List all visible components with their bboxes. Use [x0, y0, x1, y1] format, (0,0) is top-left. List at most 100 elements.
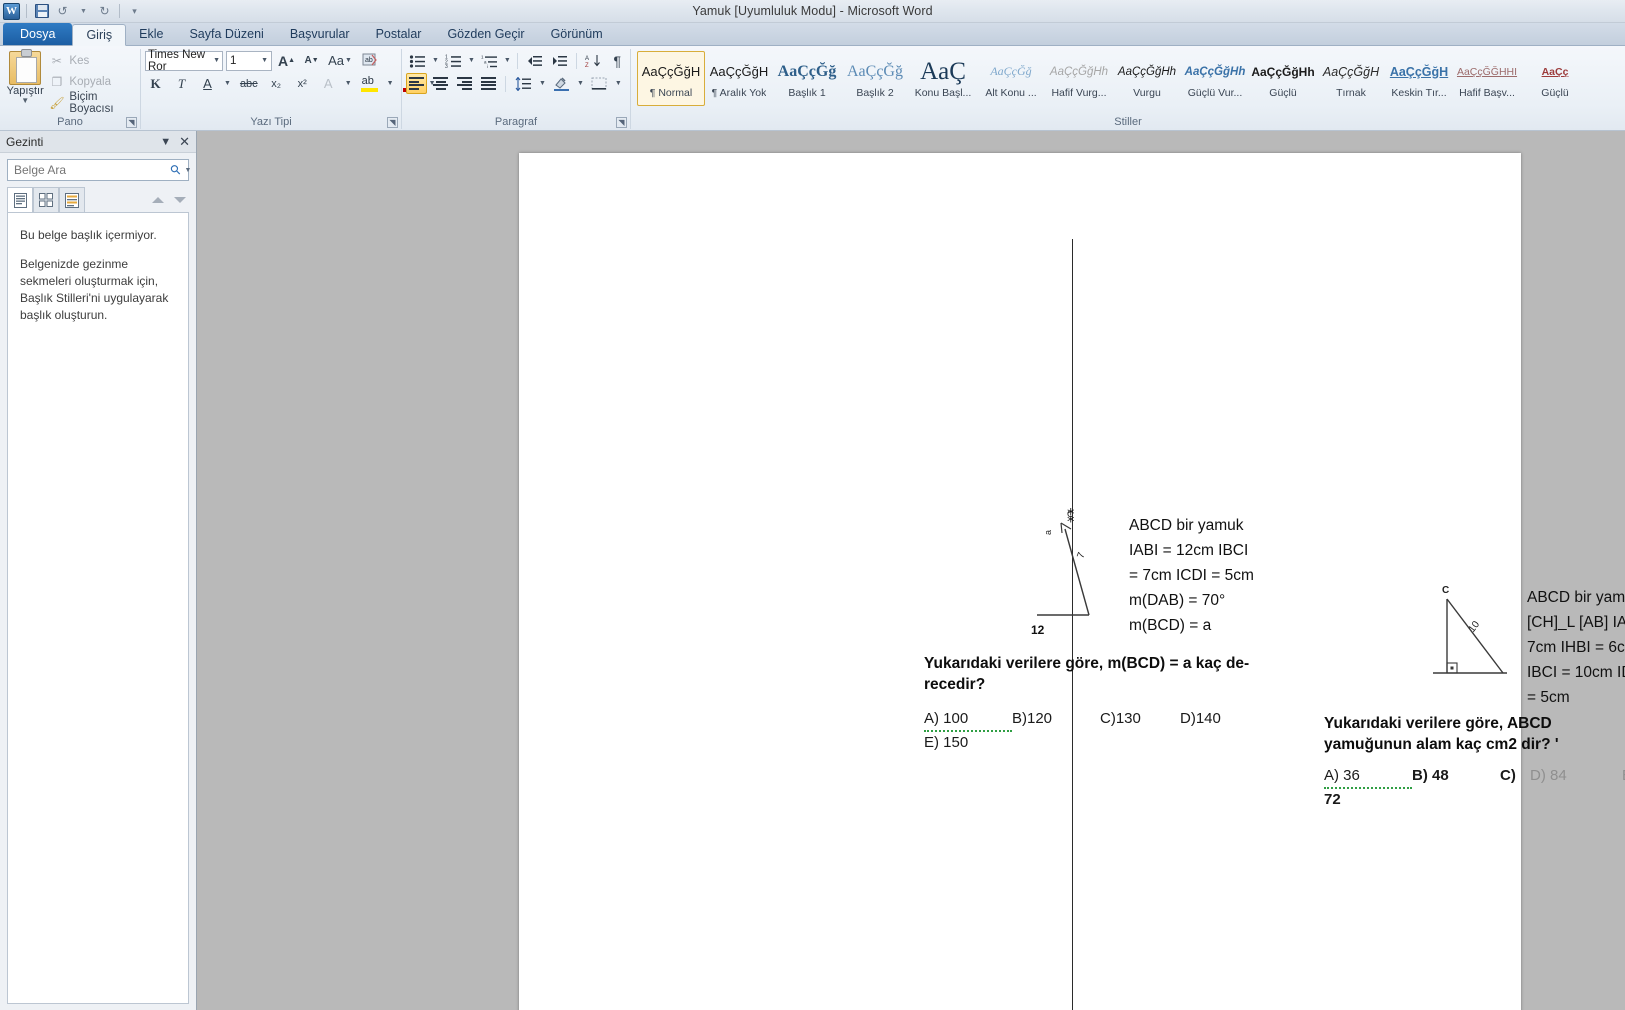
italic-button[interactable]: T	[171, 73, 192, 94]
underline-dropdown-icon[interactable]: ▼	[223, 80, 232, 87]
problem2-option-b[interactable]: B) 48	[1412, 765, 1500, 787]
problem1-option-d[interactable]: D)140	[1180, 708, 1221, 730]
problem2-option-d[interactable]: D) 84	[1530, 765, 1622, 787]
quick-access-toolbar[interactable]: W ↺ ▼ ↻ ▾	[0, 2, 143, 20]
style-intense-quote[interactable]: AaÇçĞğH Keskin Tır...	[1385, 51, 1453, 106]
problem1-option-b[interactable]: B)120	[1012, 708, 1100, 730]
bullets-button[interactable]	[406, 50, 429, 71]
align-center-button[interactable]	[430, 73, 451, 94]
text-effects-dropdown-icon[interactable]: ▼	[344, 80, 353, 87]
style-title[interactable]: AaÇ Konu Başl...	[909, 51, 977, 106]
numbering-dropdown-icon[interactable]: ▼	[467, 57, 476, 64]
problem1-option-e[interactable]: E) 150	[924, 732, 968, 754]
highlight-button[interactable]: ab	[358, 73, 381, 94]
search-input[interactable]	[12, 162, 171, 178]
style-heading-2[interactable]: AaÇçĞğ Başlık 2	[841, 51, 909, 106]
redo-icon[interactable]: ↻	[96, 3, 113, 20]
search-options-dropdown-icon[interactable]: ▼	[185, 167, 192, 174]
tab-gozden-gecir[interactable]: Gözden Geçir	[434, 23, 537, 45]
document-page[interactable]: ⁑ C a 7 12 ABCD bir yamuk IABI = 12cm IB…	[519, 153, 1625, 1010]
copy-button[interactable]: ❐ Kopyala	[46, 72, 136, 91]
borders-dropdown-icon[interactable]: ▼	[614, 80, 623, 87]
search-box[interactable]: ⚲ ▼	[7, 159, 192, 181]
problem2-option-c[interactable]: C)	[1500, 765, 1530, 787]
problem2-option-a[interactable]: A) 36	[1324, 765, 1412, 789]
superscript-button[interactable]: x²	[292, 73, 313, 94]
paragraph-dialog-launcher-icon[interactable]: ◥	[616, 117, 627, 128]
chevron-down-icon[interactable]: ▼	[21, 97, 29, 105]
undo-icon[interactable]: ↺	[54, 3, 71, 20]
borders-button[interactable]	[588, 73, 611, 94]
align-left-button[interactable]	[406, 73, 427, 94]
multilevel-dropdown-icon[interactable]: ▼	[503, 57, 512, 64]
styles-gallery[interactable]: AaÇçĞğH ¶ Normal AaÇçĞğH ¶ Aralık Yok Aa…	[635, 49, 1589, 106]
line-spacing-button[interactable]	[512, 73, 535, 94]
subscript-button[interactable]: x₂	[266, 73, 287, 94]
nav-tab-headings[interactable]	[7, 187, 33, 212]
bold-button[interactable]: K	[145, 73, 166, 94]
style-no-spacing[interactable]: AaÇçĞğH ¶ Aralık Yok	[705, 51, 773, 106]
ribbon-tab-strip[interactable]: Dosya Giriş Ekle Sayfa Düzeni Başvurular…	[0, 23, 1625, 46]
style-strong[interactable]: AaÇçĞğHh Güçlü	[1249, 51, 1317, 106]
change-case-button[interactable]: Aa ▼	[325, 50, 356, 71]
nav-tab-results[interactable]	[59, 187, 85, 212]
highlight-dropdown-icon[interactable]: ▼	[386, 80, 395, 87]
next-result-icon[interactable]	[174, 196, 186, 203]
paste-button[interactable]: Yapıştır ▼	[4, 49, 46, 105]
word-logo-icon[interactable]: W	[3, 2, 20, 20]
previous-result-icon[interactable]	[152, 196, 164, 203]
underline-button[interactable]: A	[197, 73, 218, 94]
format-painter-button[interactable]: 🖌 Biçim Boyacısı	[46, 91, 136, 115]
close-icon[interactable]: ✕	[179, 134, 190, 150]
style-subtle-reference[interactable]: AaÇçĞĞHHI Hafif Başv...	[1453, 51, 1521, 106]
font-dialog-launcher-icon[interactable]: ◥	[387, 117, 398, 128]
tab-ekle[interactable]: Ekle	[126, 23, 176, 45]
save-icon[interactable]	[33, 3, 50, 20]
tab-postalar[interactable]: Postalar	[363, 23, 435, 45]
tab-basvurular[interactable]: Başvurular	[277, 23, 363, 45]
customize-qat-icon[interactable]: ▾	[126, 3, 143, 20]
line-spacing-dropdown-icon[interactable]: ▼	[538, 80, 547, 87]
text-effects-button[interactable]: A	[318, 73, 339, 94]
clear-formatting-button[interactable]: ab	[359, 50, 381, 71]
align-right-button[interactable]	[454, 73, 475, 94]
shading-button[interactable]	[550, 73, 573, 94]
decrease-indent-button[interactable]	[523, 50, 546, 71]
navigation-tabs[interactable]	[0, 185, 196, 212]
tab-sayfa-duzeni[interactable]: Sayfa Düzeni	[176, 23, 276, 45]
numbering-button[interactable]: 123	[442, 50, 465, 71]
problem1-option-a[interactable]: A) 100	[924, 708, 1012, 732]
style-normal[interactable]: AaÇçĞğH ¶ Normal	[637, 51, 705, 106]
font-name-combo[interactable]: Times New Ror ▼	[145, 49, 223, 73]
undo-dropdown-icon[interactable]: ▼	[75, 3, 92, 20]
style-quote[interactable]: AaÇçĞğH Tırnak	[1317, 51, 1385, 106]
chevron-down-icon[interactable]: ▼	[160, 136, 171, 148]
strikethrough-button[interactable]: abc	[237, 73, 261, 94]
problem1-option-c[interactable]: C)130	[1100, 708, 1180, 730]
cut-button[interactable]: ✂ Kes	[46, 51, 136, 70]
nav-tab-pages[interactable]	[33, 187, 59, 212]
grow-font-button[interactable]: A ▲	[275, 50, 298, 71]
tab-dosya[interactable]: Dosya	[3, 23, 73, 45]
show-formatting-marks-button[interactable]: ¶	[607, 50, 628, 71]
style-intense-reference[interactable]: AaÇç Güçlü	[1521, 51, 1589, 106]
style-emphasis[interactable]: AaÇçĞğHh Vurgu	[1113, 51, 1181, 106]
chevron-down-icon[interactable]: ▼	[213, 57, 220, 64]
chevron-down-icon[interactable]: ▼	[344, 57, 353, 64]
style-subtle-emphasis[interactable]: AaÇçĞğHh Hafif Vurg...	[1045, 51, 1113, 106]
justify-button[interactable]	[478, 73, 499, 94]
problem2-option-a-value[interactable]: 72	[1324, 789, 1341, 811]
style-intense-emphasis[interactable]: AaÇçĞğHh Güçlü Vur...	[1181, 51, 1249, 106]
increase-indent-button[interactable]	[548, 50, 571, 71]
document-canvas[interactable]: ⁑ C a 7 12 ABCD bir yamuk IABI = 12cm IB…	[197, 131, 1625, 1010]
tab-gorunum[interactable]: Görünüm	[538, 23, 616, 45]
font-size-combo[interactable]: 1 ▼	[226, 50, 272, 71]
style-subtitle[interactable]: AaÇçĞğ Alt Konu ...	[977, 51, 1045, 106]
bullets-dropdown-icon[interactable]: ▼	[431, 57, 440, 64]
shrink-font-button[interactable]: A ▼	[301, 50, 322, 71]
multilevel-list-button[interactable]: 1ai	[478, 50, 501, 71]
sort-button[interactable]: AZ	[582, 50, 605, 71]
clipboard-dialog-launcher-icon[interactable]: ◥	[126, 117, 137, 128]
tab-giris[interactable]: Giriş	[72, 24, 127, 46]
navigation-prev-next[interactable]	[152, 196, 189, 203]
